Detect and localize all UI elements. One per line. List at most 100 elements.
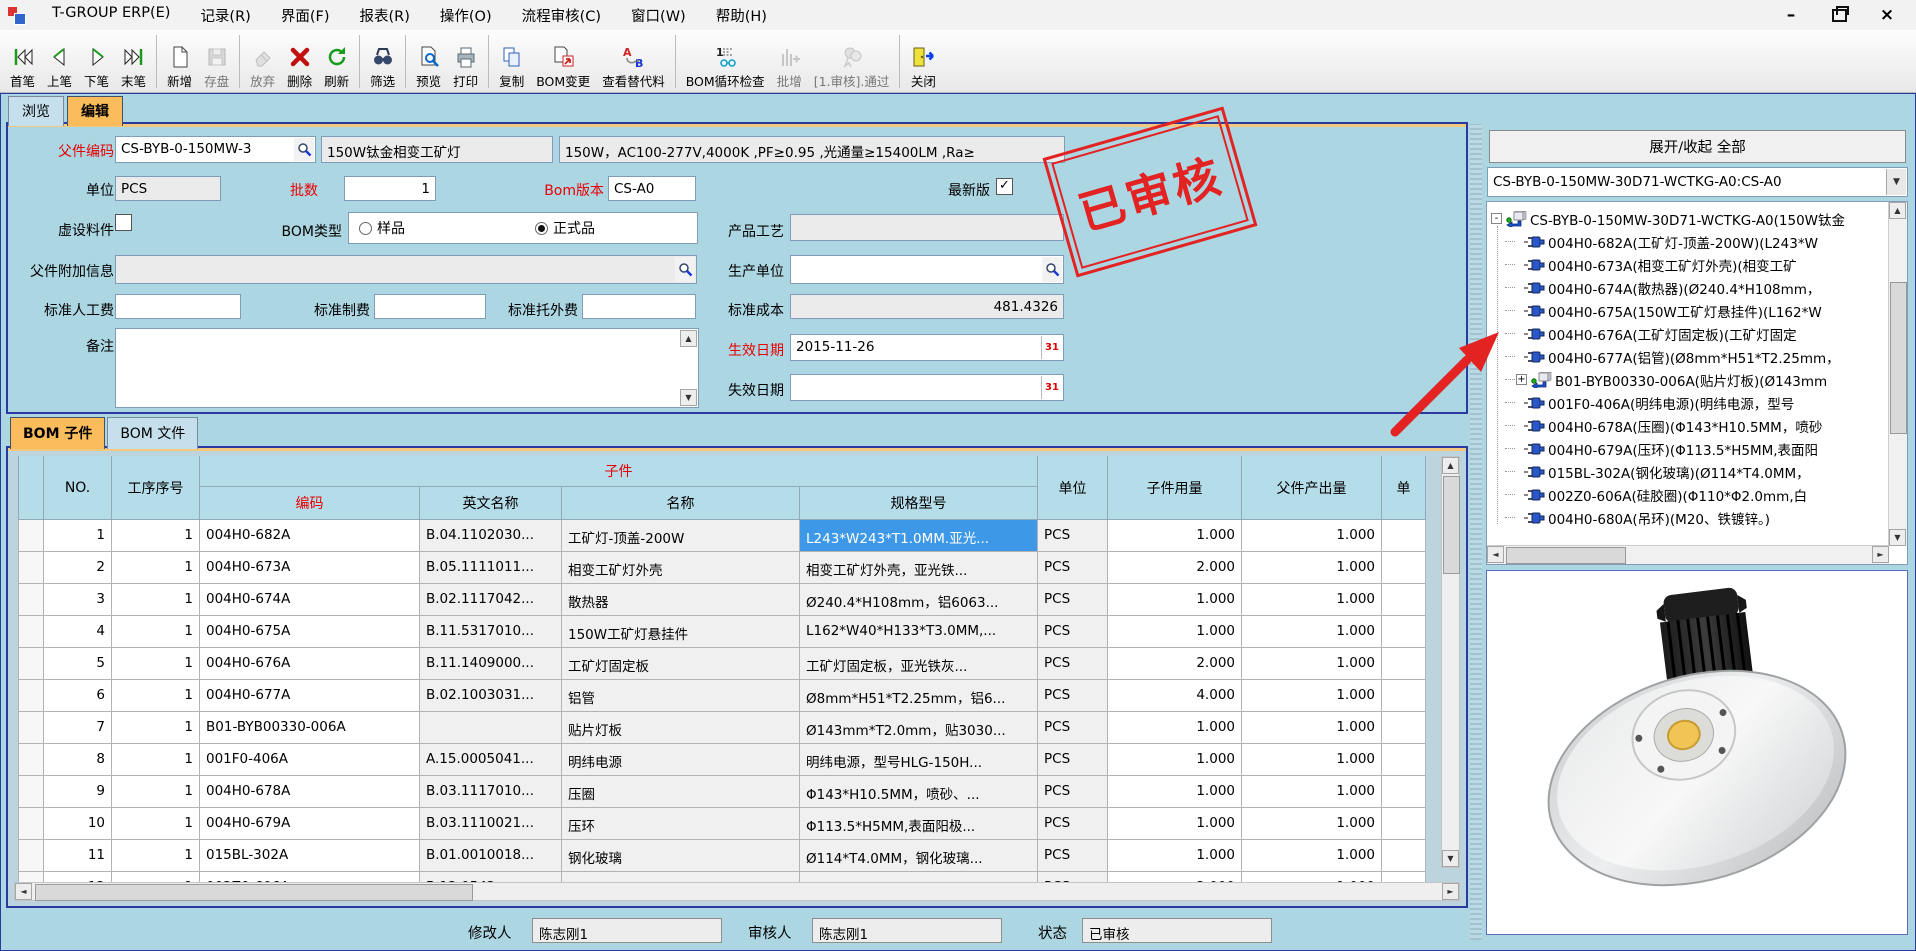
cell-qty[interactable]: 1.000 — [1108, 616, 1242, 648]
table-row[interactable]: 11 1 015BL-302A B.01.0010018... 钢化玻璃 Ø11… — [18, 840, 1426, 872]
row-selector[interactable] — [18, 808, 44, 840]
close-button[interactable]: 关闭 — [904, 42, 942, 91]
cell-spec[interactable]: 明纬电源，型号HLG-150H... — [800, 744, 1038, 776]
table-row[interactable]: 6 1 004H0-677A B.02.1003031... 铝管 Ø8mm*H… — [18, 680, 1426, 712]
tree-item[interactable]: 002Z0-606A(硅胶圈)(Φ110*Φ2.0mm,白 — [1505, 483, 1886, 506]
row-selector[interactable] — [18, 584, 44, 616]
header-en-name[interactable]: 英文名称 — [420, 487, 562, 520]
menu-item[interactable]: 报表(R) — [344, 0, 424, 31]
tree-item[interactable]: 004H0-680A(吊环)(M20、铁镀锌。) — [1505, 506, 1886, 529]
scroll-up-icon[interactable]: ▲ — [1889, 202, 1906, 219]
minimize-button[interactable]: – — [1782, 6, 1800, 24]
table-vertical-scrollbar[interactable]: ▲ ▼ — [1441, 456, 1460, 868]
calendar-icon[interactable]: 31 — [1041, 336, 1062, 359]
row-selector[interactable] — [18, 552, 44, 584]
cell-qty[interactable]: 2.000 — [1108, 552, 1242, 584]
chevron-down-icon[interactable]: ▼ — [1886, 169, 1906, 195]
first-record-button[interactable]: 首笔 — [4, 42, 41, 91]
tree-item[interactable]: 001F0-406A(明纬电源)(明纬电源，型号 — [1505, 391, 1886, 414]
outsource-cost-field[interactable] — [582, 294, 696, 319]
row-selector[interactable] — [18, 840, 44, 872]
cell-unit[interactable]: PCS — [1038, 680, 1108, 712]
calendar-icon[interactable]: 31 — [1041, 376, 1062, 399]
tab-edit[interactable]: 编辑 — [67, 96, 123, 126]
restore-button[interactable] — [1830, 6, 1848, 24]
tab-browse[interactable]: 浏览 — [8, 96, 64, 126]
cell-qty[interactable]: 1.000 — [1108, 776, 1242, 808]
cell-qty[interactable]: 1.000 — [1108, 808, 1242, 840]
scroll-right-icon[interactable]: ► — [1872, 546, 1889, 563]
row-selector[interactable] — [18, 616, 44, 648]
print-button[interactable]: 打印 — [447, 42, 484, 91]
scroll-right-icon[interactable]: ► — [1442, 883, 1459, 900]
lookup-icon[interactable] — [294, 138, 314, 161]
table-horizontal-scrollbar[interactable]: ◄ ► — [14, 882, 1460, 901]
cell-en-name[interactable]: B.03.1110021... — [420, 808, 562, 840]
delete-button[interactable]: 删除 — [281, 42, 318, 91]
cell-spec[interactable]: Ø240.4*H108mm，铝6063... — [800, 584, 1038, 616]
row-selector[interactable] — [18, 520, 44, 552]
table-row[interactable]: 9 1 004H0-678A B.03.1117010... 压圈 Φ143*H… — [18, 776, 1426, 808]
cell-output[interactable]: 1.000 — [1242, 520, 1382, 552]
parent-code-field[interactable]: CS-BYB-0-150MW-3 — [115, 136, 316, 163]
cell-code[interactable]: 004H0-674A — [200, 584, 420, 616]
prod-unit-field[interactable] — [790, 255, 1064, 284]
header-code[interactable]: 编码 — [200, 487, 420, 520]
tree-expander[interactable]: + — [1516, 374, 1527, 385]
cell-output[interactable]: 1.000 — [1242, 808, 1382, 840]
save-button[interactable]: 存盘 — [198, 42, 235, 91]
cell-name[interactable]: 铝管 — [562, 680, 800, 712]
cell-unit[interactable]: PCS — [1038, 584, 1108, 616]
cell-spec[interactable]: Φ113.5*H5MM,表面阳极... — [800, 808, 1038, 840]
cell-name[interactable]: 压圈 — [562, 776, 800, 808]
lookup-icon[interactable] — [675, 257, 695, 282]
header-unit[interactable]: 单位 — [1038, 456, 1108, 520]
radio-official[interactable] — [535, 222, 548, 235]
table-row[interactable]: 5 1 004H0-676A B.11.1409000... 工矿灯固定板 工矿… — [18, 648, 1426, 680]
cell-code[interactable]: 004H0-673A — [200, 552, 420, 584]
cell-code[interactable]: 015BL-302A — [200, 840, 420, 872]
scrollbar-thumb[interactable] — [1443, 476, 1460, 574]
cell-output[interactable]: 1.000 — [1242, 712, 1382, 744]
tree-item[interactable]: 015BL-302A(钢化玻璃)(Ø114*T4.0MM， — [1505, 460, 1886, 483]
cell-en-name[interactable]: B.02.1117042... — [420, 584, 562, 616]
cell-output[interactable]: 1.000 — [1242, 840, 1382, 872]
table-row[interactable]: 1 1 004H0-682A B.04.1102030... 工矿灯-顶盖-20… — [18, 520, 1426, 552]
tree-item[interactable]: 004H0-677A(铝管)(Ø8mm*H51*T2.25mm， — [1505, 345, 1886, 368]
prev-record-button[interactable]: 上笔 — [41, 42, 78, 91]
lookup-icon[interactable] — [1042, 257, 1062, 282]
scroll-down-icon[interactable]: ▼ — [1442, 850, 1459, 867]
cell-unit[interactable]: PCS — [1038, 808, 1108, 840]
effective-date-field[interactable]: 2015-11-26 31 — [790, 334, 1064, 361]
bom-version-dropdown[interactable]: CS-BYB-0-150MW-30D71-WCTKG-A0:CS-A0 ▼ — [1487, 167, 1908, 197]
cell-code[interactable]: 004H0-678A — [200, 776, 420, 808]
virtual-part-checkbox[interactable] — [115, 214, 132, 231]
cell-unit[interactable]: PCS — [1038, 712, 1108, 744]
bom-version-field[interactable]: CS-A0 — [608, 176, 696, 201]
cell-unit[interactable]: PCS — [1038, 648, 1108, 680]
cell-spec[interactable]: Ø8mm*H51*T2.25mm，铝6... — [800, 680, 1038, 712]
panel-splitter[interactable] — [1470, 124, 1482, 940]
cell-code[interactable]: 001F0-406A — [200, 744, 420, 776]
cell-qty[interactable]: 1.000 — [1108, 712, 1242, 744]
tree-horizontal-scrollbar[interactable]: ◄ ► — [1487, 545, 1889, 564]
tab-bom-children[interactable]: BOM 子件 — [10, 417, 105, 449]
bom-loop-check-button[interactable]: 1 BOM循环检查 — [680, 42, 771, 91]
next-record-button[interactable]: 下笔 — [78, 42, 115, 91]
scrollbar-thumb[interactable] — [35, 884, 473, 901]
row-selector[interactable] — [18, 648, 44, 680]
tree-item[interactable]: - CS-BYB-0-150MW-30D71-WCTKG-A0(150W钛金 — [1491, 207, 1886, 230]
approve-button[interactable]: [1.审核].通过 — [808, 42, 896, 91]
menu-item[interactable]: 记录(R) — [185, 0, 265, 31]
scroll-up-icon[interactable]: ▲ — [680, 330, 697, 347]
cell-qty[interactable]: 2.000 — [1108, 648, 1242, 680]
tab-bom-files[interactable]: BOM 文件 — [107, 417, 198, 449]
cell-spec[interactable]: L162*W40*H133*T3.0MM,... — [800, 616, 1038, 648]
new-button[interactable]: 新增 — [161, 42, 198, 91]
batch-add-button[interactable]: 批增 — [771, 42, 808, 91]
tree-expander[interactable]: - — [1491, 213, 1502, 224]
discard-button[interactable]: 放弃 — [244, 42, 281, 91]
cell-unit[interactable]: PCS — [1038, 776, 1108, 808]
remark-field[interactable]: ▲ ▼ — [115, 328, 699, 408]
header-name[interactable]: 名称 — [562, 487, 800, 520]
